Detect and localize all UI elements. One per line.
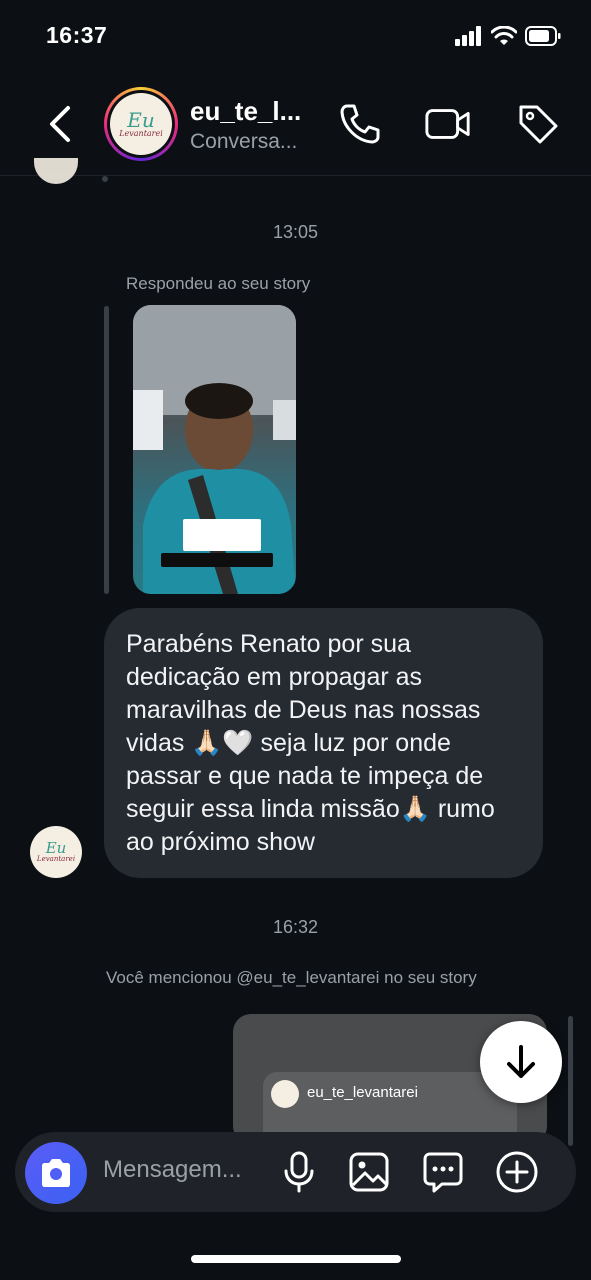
plus-circle-icon [496,1151,538,1193]
status-icons [455,25,561,51]
previous-message-avatar [34,158,78,184]
sender-avatar-logo-subtext: Levantarei [36,855,76,863]
tag-icon [519,105,558,144]
mention-username: eu_te_levantarei [307,1084,418,1101]
contact-avatar[interactable]: Eu Levantarei [104,87,178,161]
tag-button[interactable] [514,100,562,148]
story-caption-box [183,519,261,551]
contact-name[interactable]: eu_te_l... [190,96,301,127]
message-composer [15,1132,576,1212]
chevron-left-icon [50,106,70,142]
back-button[interactable] [40,102,80,146]
phone-icon [340,104,380,144]
message-bubble[interactable]: Parabéns Renato por sua dedicação em pro… [104,608,543,878]
story-thumbnail[interactable] [133,305,296,594]
voice-call-button[interactable] [336,100,384,148]
previous-message-reply-line [102,176,108,182]
mention-note: Você mencionou @eu_te_levantarei no seu … [106,968,477,987]
mention-avatar [271,1080,299,1108]
story-caption-banner [161,553,273,567]
arrow-down-icon [507,1045,535,1078]
sender-avatar-logo-text: Eu [45,839,67,857]
story-reply-note: Respondeu ao seu story [126,274,311,293]
status-time: 16:37 [46,22,108,48]
wifi-icon [490,25,518,51]
video-camera-icon [425,109,470,139]
status-bar: 16:37 [0,0,591,76]
avatar-logo-text: Eu [127,107,155,132]
chat-bubble-icon [423,1152,463,1193]
scroll-to-bottom-button[interactable] [480,1021,562,1103]
contact-subtitle[interactable]: Conversa... [190,130,297,154]
message-input[interactable] [103,1156,265,1184]
reply-indicator-line [104,306,109,594]
quick-reply-button[interactable] [421,1150,465,1194]
timestamp: 16:32 [272,917,319,937]
sender-avatar[interactable]: Eu Levantarei [30,826,82,878]
avatar-logo-subtext: Levantarei [119,128,163,138]
scrollbar[interactable] [568,1016,573,1146]
camera-icon [42,1159,70,1187]
video-call-button[interactable] [424,100,472,148]
microphone-icon [284,1151,314,1193]
image-icon [349,1152,389,1192]
battery-icon [525,26,561,51]
camera-button[interactable] [25,1142,87,1204]
conversation-header: Eu Levantarei eu_te_l... Conversa... [0,76,591,176]
voice-message-button[interactable] [277,1150,321,1194]
cellular-signal-icon [455,26,483,51]
timestamp: 13:05 [272,222,319,242]
home-indicator[interactable] [191,1255,401,1263]
gallery-button[interactable] [347,1150,391,1194]
add-attachment-button[interactable] [495,1150,539,1194]
